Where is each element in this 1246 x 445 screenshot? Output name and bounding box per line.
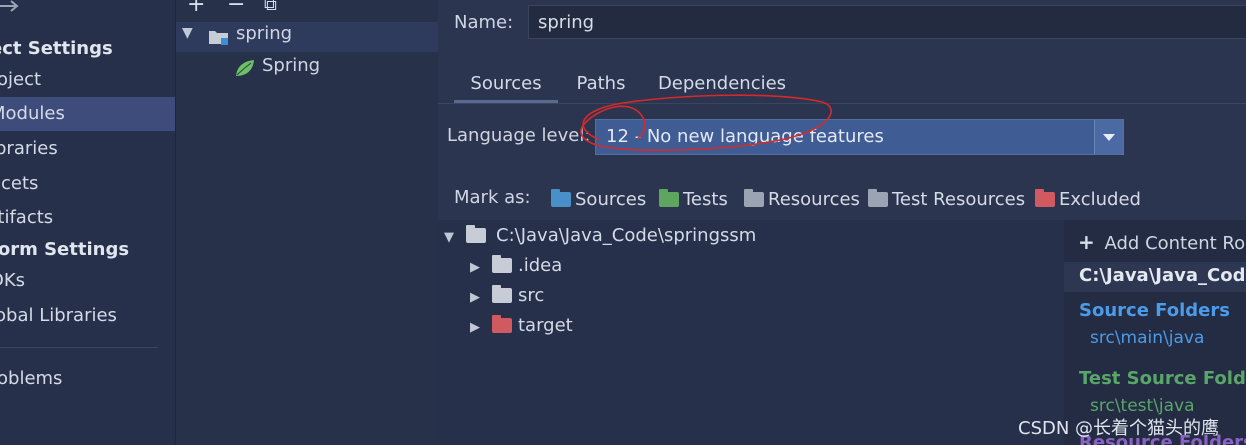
sidebar-item-sdks[interactable]: DKs (0, 264, 175, 298)
tree-item-label: spring (236, 23, 293, 44)
copy-module-button[interactable]: ⧉ (264, 0, 277, 15)
sidebar-divider (0, 347, 158, 348)
remove-module-button[interactable]: − (227, 0, 245, 17)
mark-sources-button[interactable]: Sources (551, 187, 646, 213)
sidebar-item-artifacts[interactable]: rtifacts (0, 201, 175, 235)
test-source-folder-item[interactable]: src\test\java (1090, 396, 1195, 416)
tree-row-src[interactable]: ▶ src (470, 281, 544, 311)
sidebar-item-modules[interactable]: Modules (0, 97, 175, 131)
mark-test-resources-label: Test Resources (892, 189, 1026, 210)
module-folder-icon (209, 31, 228, 45)
section-project-settings: ect Settings (0, 38, 113, 59)
excluded-folder-icon (492, 315, 512, 333)
folder-icon (492, 255, 512, 273)
test-resources-folder-icon (868, 189, 888, 207)
mark-sources-label: Sources (575, 189, 647, 210)
tree-item-spring-facet[interactable]: Spring (234, 54, 434, 84)
watermark: CSDN @长着个猫头的鹰 (1018, 418, 1220, 439)
excluded-folder-icon (1035, 189, 1055, 207)
expand-triangle-icon[interactable]: ▼ (182, 25, 193, 41)
expanded-triangle-icon[interactable]: ▼ (444, 223, 466, 253)
mark-resources-button[interactable]: Resources (744, 187, 860, 213)
collapsed-triangle-icon[interactable]: ▶ (470, 283, 492, 313)
test-source-folders-title: Test Source Folder (1079, 368, 1246, 389)
add-content-root-label: Add Content Roo (1104, 233, 1246, 254)
sidebar-item-libraries[interactable]: ibraries (0, 132, 175, 166)
mark-excluded-label: Excluded (1059, 189, 1141, 210)
spring-leaf-icon (236, 60, 254, 76)
module-name-input[interactable]: spring (528, 5, 1246, 39)
add-content-root-button[interactable]: + Add Content Roo (1078, 230, 1246, 254)
tree-item-spring-module[interactable]: ▼ spring (176, 22, 438, 52)
tree-row-root[interactable]: ▼ C:\Java\Java_Code\springssm (444, 221, 756, 251)
annotation-circle (580, 94, 832, 152)
sources-folder-icon (551, 189, 571, 207)
tree-row-label: .idea (518, 255, 563, 276)
content-root-header: C:\Java\Java_Code\ (1064, 262, 1246, 292)
settings-sidebar: ect Settings roject Modules ibraries ace… (0, 0, 175, 445)
resources-folder-icon (744, 189, 764, 207)
add-module-button[interactable]: + (187, 0, 205, 17)
mark-test-resources-button[interactable]: Test Resources (868, 187, 1025, 213)
sidebar-item-problems[interactable]: roblems (0, 362, 175, 396)
sidebar-item-facets[interactable]: acets (0, 167, 175, 201)
mark-resources-label: Resources (768, 189, 860, 210)
section-platform-settings: form Settings (0, 239, 130, 260)
mark-as-label: Mark as: (454, 187, 531, 208)
modules-tree-panel: + − ⧉ ▼ spring Spring (175, 0, 439, 445)
tree-row-target[interactable]: ▶ target (470, 311, 573, 341)
sidebar-item-project[interactable]: roject (0, 63, 175, 97)
arrow-right-icon[interactable] (0, 0, 22, 14)
tree-row-idea[interactable]: ▶ .idea (470, 251, 562, 281)
source-folder-item[interactable]: src\main\java (1090, 328, 1204, 348)
tab-sources[interactable]: Sources (454, 70, 558, 103)
tree-row-label: src (518, 285, 545, 306)
tests-folder-icon (659, 189, 679, 207)
name-label: Name: (454, 12, 514, 33)
folder-icon (466, 225, 486, 243)
mark-tests-button[interactable]: Tests (659, 187, 728, 213)
source-folders-title: Source Folders (1079, 300, 1230, 321)
mark-excluded-button[interactable]: Excluded (1035, 187, 1141, 213)
folder-icon (492, 285, 512, 303)
collapsed-triangle-icon[interactable]: ▶ (470, 253, 492, 283)
content-root-path: C:\Java\Java_Code\ (1079, 265, 1246, 286)
plus-icon: + (1078, 230, 1095, 254)
mark-tests-label: Tests (683, 189, 728, 210)
sidebar-item-global-libraries[interactable]: lobal Libraries (0, 299, 175, 333)
content-root-tree: ▼ C:\Java\Java_Code\springssm ▶ .idea ▶ src… (438, 220, 1064, 445)
dropdown-arrow-icon[interactable] (1094, 120, 1123, 154)
tree-row-label: target (518, 315, 573, 336)
tree-item-label: Spring (262, 55, 321, 76)
tree-row-label: C:\Java\Java_Code\springssm (496, 225, 757, 246)
content-roots-panel: + Add Content Roo C:\Java\Java_Code\ Sou… (1064, 220, 1246, 445)
collapsed-triangle-icon[interactable]: ▶ (470, 313, 492, 343)
